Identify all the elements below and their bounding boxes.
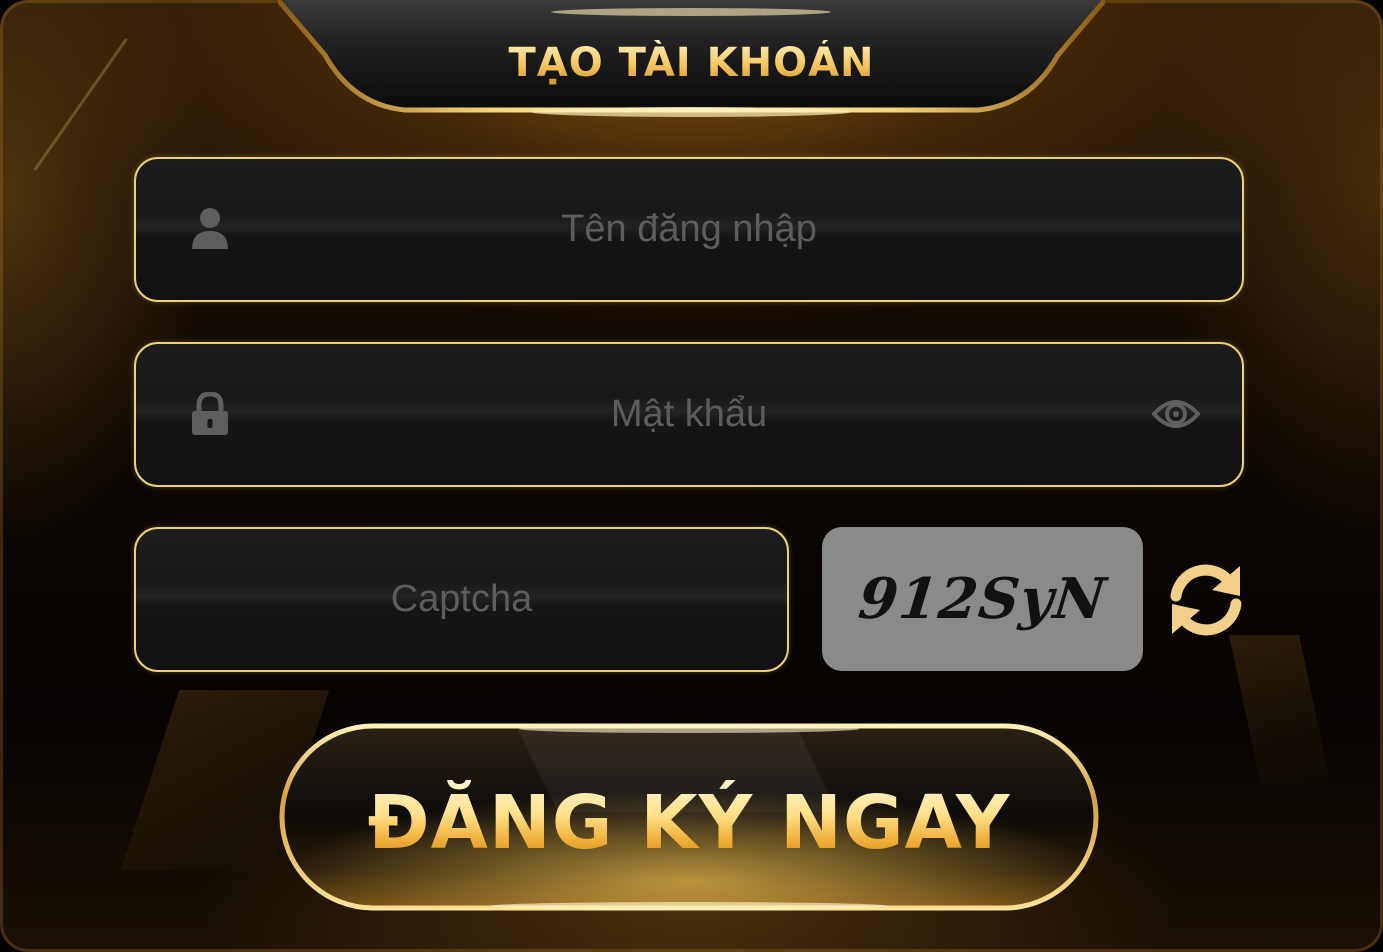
register-button[interactable]: ĐĂNG KÝ NGAY xyxy=(278,722,1100,912)
refresh-icon[interactable] xyxy=(1166,562,1246,638)
decorative-shard-right xyxy=(1229,635,1331,785)
captcha-input[interactable] xyxy=(136,529,787,670)
password-field[interactable] xyxy=(134,342,1244,487)
captcha-image: 912SyN xyxy=(822,527,1143,671)
user-icon xyxy=(192,208,228,249)
lock-icon xyxy=(192,392,228,435)
username-input[interactable] xyxy=(136,159,1242,300)
title-banner: TẠO TÀI KHOẢN xyxy=(278,0,1105,118)
eye-icon[interactable] xyxy=(1152,394,1200,434)
password-input[interactable] xyxy=(136,344,1242,485)
captcha-code: 912SyN xyxy=(855,566,1110,632)
decorative-corner-line xyxy=(0,0,128,171)
page-title: TẠO TÀI KHOẢN xyxy=(278,40,1105,86)
register-button-label: ĐĂNG KÝ NGAY xyxy=(278,780,1100,866)
username-field[interactable] xyxy=(134,157,1244,302)
register-panel: TẠO TÀI KHOẢN 912SyN xyxy=(0,0,1383,952)
captcha-field[interactable] xyxy=(134,527,789,672)
